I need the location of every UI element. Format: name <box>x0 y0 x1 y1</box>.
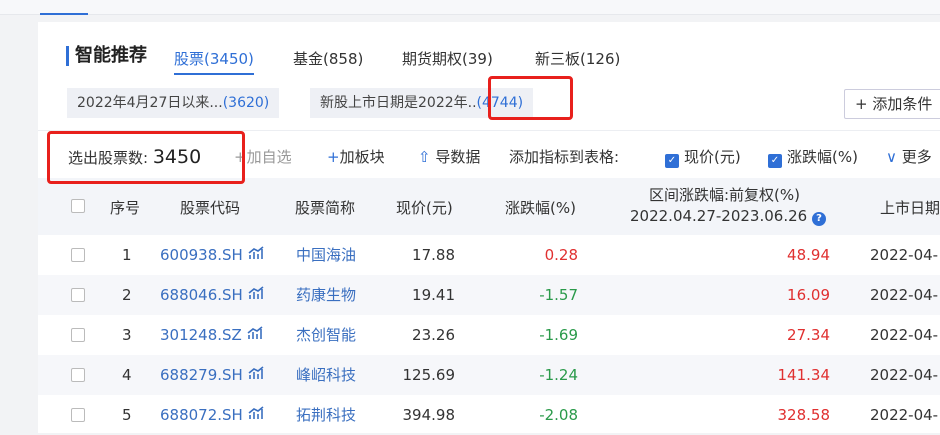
stock-code: 301248.SZ <box>160 326 242 344</box>
row-index: 2 <box>122 286 132 304</box>
range-change: 48.94 <box>787 246 830 264</box>
row-index: 5 <box>122 406 132 424</box>
stock-code-link[interactable]: 600938.SH <box>160 235 264 275</box>
add-metric-label: 添加指标到表格: <box>509 148 620 166</box>
listing-date: 2022-04- <box>870 246 939 264</box>
stock-code: 688046.SH <box>160 286 243 304</box>
change-pct: -1.57 <box>539 286 578 304</box>
metric-label: 涨跌幅(%) <box>787 148 858 166</box>
select-all-checkbox[interactable] <box>71 199 85 213</box>
change-pct: -1.24 <box>539 366 578 384</box>
listing-date: 2022-04- <box>870 326 939 344</box>
metric-change-checkbox[interactable]: ✓ 涨跌幅(%) <box>768 146 858 168</box>
stock-name-link[interactable]: 拓荆科技 <box>296 395 356 435</box>
row-checkbox[interactable] <box>71 328 85 342</box>
top-tab-bar <box>0 0 940 15</box>
table-row[interactable]: 2 688046.SH 药康生物 19.41 -1.57 16.09 2022-… <box>38 275 940 315</box>
add-condition-label: 添加条件 <box>872 95 933 113</box>
header-name[interactable]: 股票简称 <box>295 197 355 218</box>
stock-code: 688072.SH <box>160 406 243 424</box>
tab-neeq[interactable]: 新三板(126) <box>535 48 620 69</box>
chart-icon[interactable] <box>247 326 263 344</box>
condition-chip-1[interactable]: 2022年4月27日以来...(3620) <box>67 88 280 118</box>
price: 19.41 <box>412 286 455 304</box>
price: 17.88 <box>412 246 455 264</box>
more-metrics-button[interactable]: ∨ 更多 <box>886 146 932 167</box>
export-button[interactable]: ⇧ 导数据 <box>418 146 480 167</box>
add-block-label: 加板块 <box>339 148 385 166</box>
export-icon: ⇧ <box>418 148 436 166</box>
header-price[interactable]: 现价(元) <box>396 197 453 218</box>
header-listing-date[interactable]: 上市日期 <box>880 197 940 218</box>
stock-name-link[interactable]: 峰岹科技 <box>296 355 356 395</box>
stock-code-link[interactable]: 688072.SH <box>160 395 264 435</box>
stock-code: 600938.SH <box>160 246 243 264</box>
checkbox-checked-icon: ✓ <box>768 154 782 168</box>
change-pct: 0.28 <box>544 246 578 264</box>
chart-icon[interactable] <box>248 246 264 264</box>
listing-date: 2022-04- <box>870 286 939 304</box>
range-change: 328.58 <box>777 406 831 424</box>
row-index: 1 <box>122 246 132 264</box>
add-condition-button[interactable]: + 添加条件 <box>844 89 940 119</box>
condition-count: (3620) <box>222 95 270 111</box>
table-row[interactable]: 3 301248.SZ 杰创智能 23.26 -1.69 27.34 2022-… <box>38 315 940 355</box>
price: 394.98 <box>402 406 456 424</box>
stock-code-link[interactable]: 301248.SZ <box>160 315 263 355</box>
row-checkbox[interactable] <box>71 408 85 422</box>
price: 125.69 <box>402 366 456 384</box>
stock-code-link[interactable]: 688279.SH <box>160 355 264 395</box>
stock-code: 688279.SH <box>160 366 243 384</box>
range-change: 16.09 <box>787 286 830 304</box>
active-tab-indicator <box>40 13 88 15</box>
chart-icon[interactable] <box>248 286 264 304</box>
checkbox-checked-icon: ✓ <box>665 154 679 168</box>
more-label: 更多 <box>901 148 932 166</box>
highlight-box-4744 <box>488 76 573 120</box>
chevron-down-icon: ∨ <box>886 148 902 166</box>
plus-icon: + <box>327 148 340 166</box>
row-checkbox[interactable] <box>71 288 85 302</box>
listing-date: 2022-04- <box>870 406 939 424</box>
listing-date: 2022-04- <box>870 366 939 384</box>
add-watch-label: 加自选 <box>246 148 292 166</box>
stock-name-link[interactable]: 中国海油 <box>296 235 356 275</box>
row-index: 4 <box>122 366 132 384</box>
stock-code-link[interactable]: 688046.SH <box>160 275 264 315</box>
range-change: 27.34 <box>787 326 830 344</box>
table-row[interactable]: 4 688279.SH 峰岹科技 125.69 -1.24 141.34 202… <box>38 355 940 395</box>
chart-icon[interactable] <box>248 406 264 424</box>
plus-icon: + <box>855 95 873 113</box>
header-code[interactable]: 股票代码 <box>180 197 240 218</box>
section-title: 智能推荐 <box>66 46 147 66</box>
header-index: 序号 <box>110 199 141 217</box>
stock-name-link[interactable]: 杰创智能 <box>296 315 356 355</box>
add-block-button[interactable]: +加板块 <box>327 146 385 167</box>
row-checkbox[interactable] <box>71 368 85 382</box>
row-checkbox[interactable] <box>71 248 85 262</box>
change-pct: -1.69 <box>539 326 578 344</box>
chart-icon[interactable] <box>248 366 264 384</box>
change-pct: -2.08 <box>539 406 578 424</box>
help-icon[interactable]: ? <box>811 212 826 226</box>
condition-text: 2022年4月27日以来... <box>77 95 223 111</box>
row-index: 3 <box>122 326 132 344</box>
tab-funds[interactable]: 基金(858) <box>293 48 363 69</box>
export-label: 导数据 <box>435 148 481 166</box>
table-header: 序号 股票代码 股票简称 现价(元) 涨跌幅(%) 区间涨跌幅:前复权(%) 2… <box>38 178 940 235</box>
highlight-box-count <box>47 131 245 184</box>
condition-text: 新股上市日期是2022年.. <box>320 95 477 111</box>
header-change[interactable]: 涨跌幅(%) <box>505 197 576 218</box>
table-row[interactable]: 5 688072.SH 拓荆科技 394.98 -2.08 328.58 202… <box>38 395 940 435</box>
metric-label: 现价(元) <box>684 148 741 166</box>
header-range-dates: 2022.04.27-2023.06.26 <box>630 207 808 225</box>
tab-futures[interactable]: 期货期权(39) <box>402 48 493 69</box>
table-row[interactable]: 1 600938.SH 中国海油 17.88 0.28 48.94 2022-0… <box>38 235 940 275</box>
stock-name-link[interactable]: 药康生物 <box>296 275 356 315</box>
tab-stocks[interactable]: 股票(3450) <box>174 48 254 75</box>
price: 23.26 <box>412 326 455 344</box>
metric-price-checkbox[interactable]: ✓ 现价(元) <box>665 146 741 168</box>
header-range[interactable]: 区间涨跌幅:前复权(%) <box>649 184 800 205</box>
range-change: 141.34 <box>777 366 831 384</box>
